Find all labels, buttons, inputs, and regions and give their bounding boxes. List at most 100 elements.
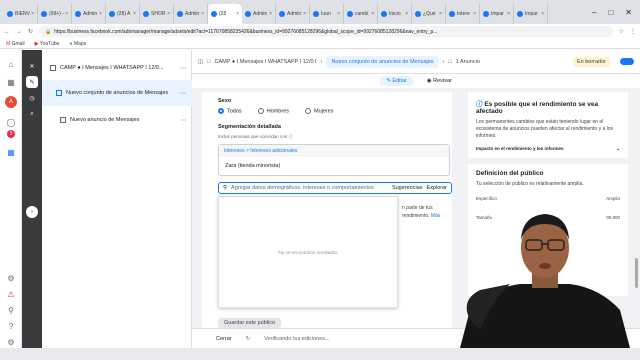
sex-option-men[interactable]: Hombres [257, 108, 289, 114]
browser-tab[interactable]: Admin × [72, 4, 106, 24]
search-icon[interactable]: ⚲ [5, 304, 17, 316]
impact-row[interactable]: Impacto en el rendimiento y los informes… [476, 146, 620, 152]
favicon-icon [279, 11, 285, 17]
interest-item[interactable]: Zara (tienda minorista) [219, 157, 449, 175]
bookmark-gmail[interactable]: M Gmail [6, 41, 25, 47]
pencil-icon[interactable]: ✎ [26, 76, 38, 88]
folder-icon [50, 65, 56, 71]
crumb-adset[interactable]: Nuevo conjunto de anuncios de Mensajes [326, 55, 439, 68]
close-tab-icon[interactable]: × [541, 11, 544, 17]
toggle-switch[interactable] [620, 58, 634, 65]
help-icon[interactable]: ? [5, 320, 17, 332]
explore-link[interactable]: Explorar [427, 185, 447, 191]
close-tab-icon[interactable]: × [31, 11, 34, 17]
browser-tab[interactable]: ¿Qué × [412, 4, 446, 24]
browser-tab-label: Impar [525, 11, 538, 17]
suggestions-link[interactable]: Sugerencias [392, 185, 423, 191]
bookmark-maps[interactable]: ● Maps [69, 41, 86, 47]
close-button[interactable]: Cerrar [216, 336, 232, 342]
browser-tab[interactable]: (28 × [208, 4, 242, 24]
close-icon[interactable]: ✕ [625, 8, 632, 17]
alert-icon[interactable]: ⚠ [5, 288, 17, 300]
tree-ad-label: Nuevo anuncio de Mensajes [70, 117, 140, 123]
webcam-person-overlay [460, 214, 630, 348]
favicon-icon [109, 11, 115, 17]
grid-icon[interactable]: ▦ [5, 76, 17, 88]
crumb-ad[interactable]: 1 Anuncio [456, 59, 480, 65]
crumb-campaign[interactable]: CAMP ● I Mensajes I WHATSAPP I 12/0 I [215, 59, 317, 65]
browser-tab[interactable]: Impar × [480, 4, 514, 24]
debug-icon[interactable]: ⚙ [5, 336, 17, 348]
close-tab-icon[interactable]: × [371, 11, 374, 17]
close-tab-icon[interactable]: × [303, 11, 306, 17]
bookmarks-bar: M Gmail ▶ YouTube ● Maps [0, 39, 640, 49]
browser-tab[interactable]: Iuan × [310, 4, 344, 24]
tree-adset[interactable]: Nuevo conjunto de anuncios de Mensajes ⋯ [42, 80, 192, 106]
tree-ad[interactable]: Nuevo anuncio de Mensajes ⋯ [42, 108, 192, 132]
reload-icon[interactable]: ↻ [28, 28, 33, 35]
close-tab-icon[interactable]: × [236, 11, 239, 17]
close-tab-icon[interactable]: × [201, 11, 204, 17]
browser-tab-label: Inicio [389, 11, 401, 17]
clock-icon[interactable]: ◷ [26, 92, 38, 104]
sidebar-toggle-icon[interactable]: ◫ [198, 59, 203, 65]
browser-tab[interactable]: Admin × [242, 4, 276, 24]
close-tab-icon[interactable]: × [337, 11, 340, 17]
more-icon[interactable]: ⋯ [180, 90, 186, 97]
maximize-icon[interactable]: □ [608, 8, 613, 17]
bookmark-youtube[interactable]: ▶ YouTube [35, 41, 60, 47]
bell-icon[interactable]: ◯ [5, 116, 17, 128]
minimize-icon[interactable]: – [592, 8, 596, 17]
home-icon[interactable]: ⌂ [5, 58, 17, 70]
close-tab-icon[interactable]: × [65, 11, 68, 17]
more-icon[interactable]: ⋯ [180, 117, 186, 124]
sex-option-women[interactable]: Mujeres [305, 108, 334, 114]
expand-icon[interactable]: › [26, 206, 38, 218]
sex-option-all-label: Todos [227, 108, 242, 115]
avatar[interactable]: A [5, 96, 17, 108]
close-tab-icon[interactable]: × [439, 11, 442, 17]
browser-tab[interactable]: (28) A × [106, 4, 140, 24]
sex-option-all[interactable]: Todos [218, 108, 242, 114]
close-tab-icon[interactable]: × [507, 11, 510, 17]
menu-icon[interactable]: ⋮ [630, 28, 636, 35]
tab-edit[interactable]: ✎ Editar [380, 76, 413, 86]
tree-campaign[interactable]: CAMP ● I Mensajes I WHATSAPP I 12/0... ⋯ [42, 56, 192, 80]
browser-tab[interactable]: Admin × [276, 4, 310, 24]
info-icon[interactable]: ⓘ [289, 134, 294, 139]
close-tab-icon[interactable]: × [167, 11, 170, 17]
browser-tab[interactable]: Intere × [446, 4, 480, 24]
close-tab-icon[interactable]: × [133, 11, 136, 17]
browser-tab[interactable]: Impar × [514, 4, 548, 24]
sex-label: Sexo [218, 98, 232, 104]
close-tab-icon[interactable]: × [405, 11, 408, 17]
browser-tab[interactable]: SHOR × [140, 4, 174, 24]
favicon-icon [75, 11, 81, 17]
close-tab-icon[interactable]: × [99, 11, 102, 17]
star-icon[interactable]: ☆ [619, 28, 624, 35]
search-icon[interactable]: ⌕ [26, 108, 38, 120]
info-icon: ⓘ [476, 101, 483, 108]
browser-tab[interactable]: Inicio × [378, 4, 412, 24]
browser-tab[interactable]: (99+) - × [38, 4, 72, 24]
more-icon[interactable]: ⋯ [180, 65, 186, 72]
close-panel-icon[interactable]: ✕ [26, 60, 38, 72]
table-icon[interactable]: ▦ [5, 146, 17, 158]
save-audience-button[interactable]: Guardar este público [218, 318, 282, 328]
gear-icon[interactable]: ⚙ [5, 272, 17, 284]
targeting-search-input[interactable]: ⚲ Agregar datos demográficos, intereses … [218, 182, 452, 194]
browser-tab[interactable]: cambi × [344, 4, 378, 24]
back-icon[interactable]: ← [4, 29, 10, 35]
more-link[interactable]: Más [431, 213, 440, 219]
browser-tab[interactable]: BIENV × [4, 4, 38, 24]
forward-icon[interactable]: → [16, 29, 22, 35]
close-tab-icon[interactable]: × [269, 11, 272, 17]
browser-tab[interactable]: Admin × [174, 4, 208, 24]
spinner-icon: ↻ [245, 335, 251, 342]
browser-tab-label: (28) A [117, 11, 131, 17]
close-tab-icon[interactable]: × [473, 11, 476, 17]
meta-left-rail: ⌂ ▦ A ◯ 9 ▦ ⚙ ⚠ ⚲ ? ⚙ [0, 50, 22, 360]
chevron-down-icon: ⌄ [616, 146, 620, 151]
url-field[interactable]: 🔒 https://business.facebook.com/adsmanage… [39, 26, 613, 37]
tab-review[interactable]: ◉ Revisar [427, 78, 452, 84]
